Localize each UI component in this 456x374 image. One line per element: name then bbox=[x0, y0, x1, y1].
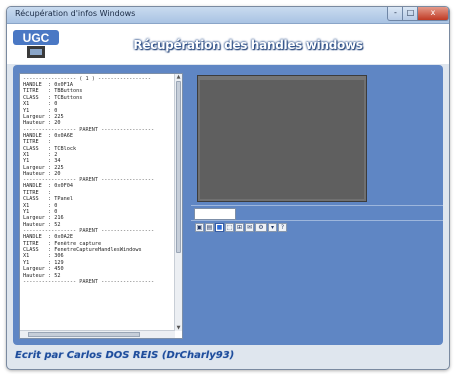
divider bbox=[191, 205, 443, 206]
select-icon[interactable]: ⬚ bbox=[225, 223, 234, 232]
handles-listbox[interactable]: ----------------- ( 1 ) ----------------… bbox=[19, 73, 183, 339]
app-logo-icon: UGC bbox=[13, 30, 59, 58]
handle-input[interactable] bbox=[194, 208, 236, 220]
window-title: Récupération d'infos Windows bbox=[15, 9, 136, 18]
scroll-down-icon[interactable]: ▼ bbox=[175, 325, 182, 331]
listbox-content[interactable]: ----------------- ( 1 ) ----------------… bbox=[20, 74, 174, 330]
vertical-scroll-thumb[interactable] bbox=[176, 81, 181, 253]
svg-text:UGC: UGC bbox=[23, 31, 50, 45]
toolbar: ▣ ▤ ■ ⬚ ⊞ ✉ ⚙ ▾? bbox=[195, 223, 287, 233]
capture-preview bbox=[197, 75, 367, 202]
preview-header bbox=[198, 76, 366, 80]
grid-icon[interactable]: ⊞ bbox=[235, 223, 244, 232]
list-separator: ----------------- PARENT ---------------… bbox=[23, 126, 155, 133]
settings-icon[interactable]: ⚙ bbox=[255, 223, 267, 232]
close-button[interactable]: x bbox=[417, 7, 449, 21]
main-panel: ----------------- ( 1 ) ----------------… bbox=[13, 65, 443, 345]
page-title: Récupération des handles windows bbox=[133, 38, 363, 52]
divider bbox=[191, 220, 443, 221]
stop-icon[interactable]: ■ bbox=[215, 223, 224, 232]
horizontal-scrollbar[interactable] bbox=[20, 330, 175, 338]
dropdown-icon[interactable]: ▾ bbox=[268, 223, 277, 232]
mail-icon[interactable]: ✉ bbox=[245, 223, 254, 232]
vertical-scrollbar[interactable]: ▲ ▼ bbox=[174, 74, 182, 331]
help-icon[interactable]: ? bbox=[278, 223, 287, 232]
horizontal-scroll-thumb[interactable] bbox=[28, 332, 140, 337]
title-bar[interactable]: Récupération d'infos Windows - □ x bbox=[7, 7, 449, 24]
list-icon[interactable]: ▤ bbox=[205, 223, 214, 232]
author-credit: Ecrit par Carlos DOS REIS (DrCharly93) bbox=[15, 350, 235, 361]
app-header: UGC Récupération des handles windows bbox=[7, 24, 449, 64]
window-icon[interactable]: ▣ bbox=[195, 223, 204, 232]
app-window: Récupération d'infos Windows - □ x UGC R… bbox=[6, 6, 450, 370]
scroll-up-icon[interactable]: ▲ bbox=[175, 74, 182, 80]
list-separator: ----------------- PARENT ---------------… bbox=[23, 278, 155, 285]
